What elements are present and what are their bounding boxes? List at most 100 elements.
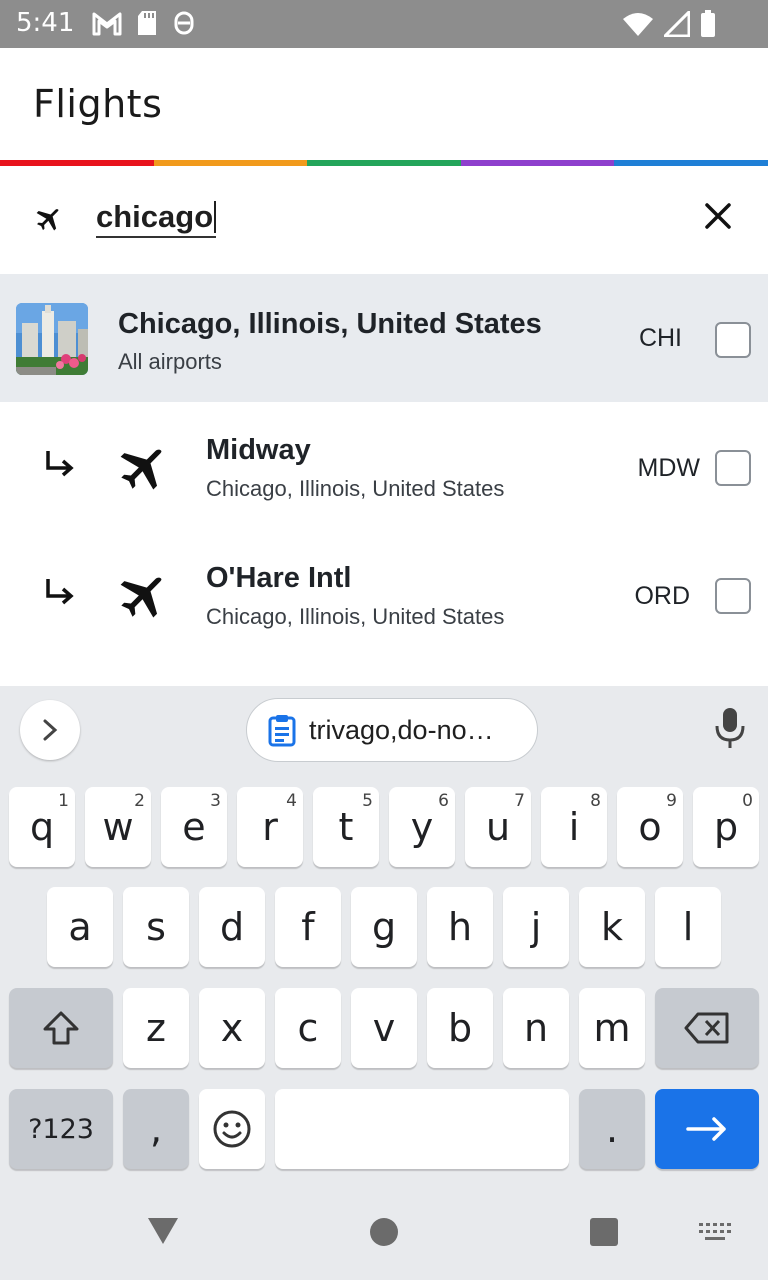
period-key[interactable]: . <box>579 1089 645 1169</box>
key-label: i <box>568 805 580 849</box>
city-code: CHI <box>638 324 682 352</box>
keyboard-expand-button[interactable] <box>20 700 80 760</box>
airport-code: MDW <box>637 454 700 482</box>
city-checkbox[interactable] <box>715 322 751 358</box>
microphone-icon[interactable] <box>714 706 746 750</box>
key-hint: 2 <box>134 791 145 811</box>
emoji-key[interactable] <box>199 1089 265 1169</box>
key-hint: 8 <box>590 791 601 811</box>
airplane-icon <box>120 577 162 618</box>
system-nav-bar <box>0 1186 768 1280</box>
emoji-icon <box>213 1110 251 1148</box>
key-h[interactable]: h <box>427 887 493 967</box>
clipboard-suggestion-chip[interactable]: trivago,do-no… <box>246 698 538 762</box>
keyboard-switch-icon[interactable] <box>698 1222 732 1242</box>
key-c[interactable]: c <box>275 988 341 1068</box>
key-f[interactable]: f <box>275 887 341 967</box>
clear-search-button[interactable] <box>700 198 736 234</box>
key-y[interactable]: y6 <box>389 787 455 867</box>
key-p[interactable]: p0 <box>693 787 759 867</box>
backspace-icon <box>684 1012 729 1044</box>
key-e[interactable]: e3 <box>161 787 227 867</box>
key-g[interactable]: g <box>351 887 417 967</box>
arrow-right-icon <box>686 1117 726 1141</box>
key-label: u <box>485 805 511 849</box>
back-nav-button[interactable] <box>146 1216 180 1246</box>
airplane-icon <box>120 449 162 490</box>
shift-icon <box>43 1011 79 1045</box>
key-d[interactable]: d <box>199 887 265 967</box>
key-hint: 3 <box>210 791 221 811</box>
key-n[interactable]: n <box>503 988 569 1068</box>
key-j[interactable]: j <box>503 887 569 967</box>
airport-location: Chicago, Illinois, United States <box>206 604 505 629</box>
key-hint: 9 <box>666 791 677 811</box>
key-t[interactable]: t5 <box>313 787 379 867</box>
result-airport-midway[interactable]: Midway Chicago, Illinois, United States … <box>0 402 768 530</box>
key-hint: 1 <box>58 791 69 811</box>
airplane-icon <box>36 209 59 231</box>
space-key[interactable] <box>275 1089 569 1169</box>
key-i[interactable]: i8 <box>541 787 607 867</box>
key-label: o <box>638 805 662 849</box>
notification-icons <box>92 10 196 36</box>
signal-icon <box>664 11 690 37</box>
key-r[interactable]: r4 <box>237 787 303 867</box>
result-city-chicago[interactable]: Chicago, Illinois, United States All air… <box>0 274 768 402</box>
clipboard-text: trivago,do-no… <box>309 714 494 745</box>
shift-key[interactable] <box>9 988 113 1068</box>
key-b[interactable]: b <box>427 988 493 1068</box>
airport-checkbox[interactable] <box>715 450 751 486</box>
key-label: y <box>410 805 434 849</box>
key-q[interactable]: q1 <box>9 787 75 867</box>
key-label: r <box>262 805 278 849</box>
sd-card-icon <box>138 11 156 35</box>
key-z[interactable]: z <box>123 988 189 1068</box>
page-title: Flights <box>33 82 163 126</box>
sub-item-arrow-icon <box>46 451 74 477</box>
wifi-icon <box>623 13 653 36</box>
key-k[interactable]: k <box>579 887 645 967</box>
city-thumbnail <box>16 303 88 375</box>
key-w[interactable]: w2 <box>85 787 151 867</box>
key-v[interactable]: v <box>351 988 417 1068</box>
key-o[interactable]: o9 <box>617 787 683 867</box>
recents-nav-button[interactable] <box>589 1217 619 1247</box>
search-bar: chicago <box>0 166 768 274</box>
status-bar: 5:41 <box>0 0 768 48</box>
home-nav-button[interactable] <box>369 1217 399 1247</box>
key-hint: 7 <box>514 791 525 811</box>
key-s[interactable]: s <box>123 887 189 967</box>
symbols-key[interactable]: ?123 <box>9 1089 113 1169</box>
key-a[interactable]: a <box>47 887 113 967</box>
vpn-key-icon <box>174 11 194 35</box>
key-hint: 5 <box>362 791 373 811</box>
enter-key[interactable] <box>655 1089 759 1169</box>
key-label: p <box>713 805 739 849</box>
sub-item-arrow-icon <box>46 579 74 605</box>
airport-name: O'Hare Intl <box>206 562 352 594</box>
search-input[interactable]: chicago <box>96 199 217 238</box>
key-x[interactable]: x <box>199 988 265 1068</box>
backspace-key[interactable] <box>655 988 759 1068</box>
key-label: q <box>29 805 55 849</box>
status-time: 5:41 <box>16 8 75 38</box>
gmail-icon <box>92 12 122 36</box>
key-hint: 0 <box>742 791 753 811</box>
search-input-value: chicago <box>96 199 214 234</box>
key-m[interactable]: m <box>579 988 645 1068</box>
airport-location: Chicago, Illinois, United States <box>206 476 505 501</box>
key-u[interactable]: u7 <box>465 787 531 867</box>
airport-name: Midway <box>206 434 311 466</box>
result-airport-ohare[interactable]: O'Hare Intl Chicago, Illinois, United St… <box>0 530 768 658</box>
airport-checkbox[interactable] <box>715 578 751 614</box>
app-header: Flights <box>0 48 768 160</box>
battery-icon <box>701 10 715 37</box>
search-results: Chicago, Illinois, United States All air… <box>0 274 768 658</box>
key-label: t <box>338 805 354 849</box>
comma-key[interactable]: , <box>123 1089 189 1169</box>
chevron-right-icon <box>43 719 58 741</box>
text-caret <box>214 201 217 233</box>
key-l[interactable]: l <box>655 887 721 967</box>
system-status-icons <box>622 10 716 38</box>
